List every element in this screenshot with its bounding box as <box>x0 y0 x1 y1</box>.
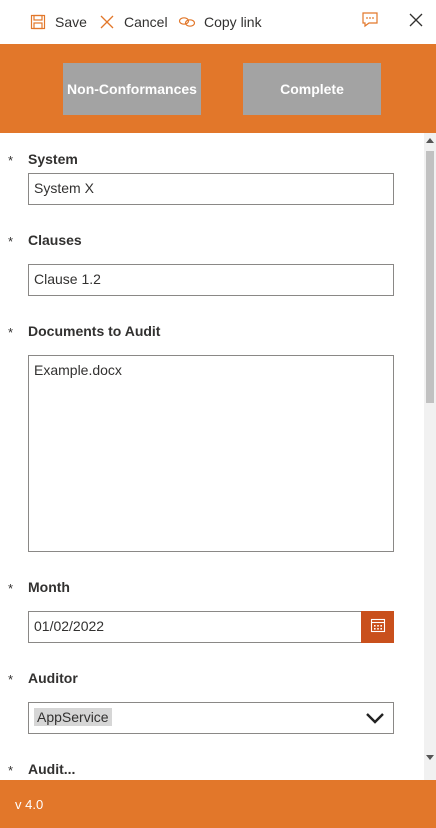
required-marker: * <box>8 581 14 596</box>
cancel-button[interactable]: Cancel <box>98 0 168 44</box>
save-icon <box>29 13 47 31</box>
comment-icon <box>361 11 379 34</box>
form-container: * System System X * Clauses Clause 1.2 *… <box>0 133 436 780</box>
link-icon <box>178 13 196 31</box>
documents-label: Documents to Audit <box>28 323 161 339</box>
next-field-label: Audit... <box>28 761 76 777</box>
non-conformances-button[interactable]: Non-Conformances <box>63 63 201 115</box>
header-band: Non-Conformances Complete <box>0 44 436 133</box>
command-bar: Save Cancel Copy link <box>0 0 436 44</box>
version-label: v 4.0 <box>15 796 44 812</box>
date-picker-button[interactable] <box>361 611 394 643</box>
system-field[interactable]: System X <box>28 173 394 205</box>
auditor-selected-tag: AppService <box>34 708 112 726</box>
footer-bar: v 4.0 <box>0 780 436 828</box>
cancel-icon <box>98 13 116 31</box>
close-button[interactable] <box>406 12 426 32</box>
copy-link-label: Copy link <box>204 14 262 30</box>
documents-field[interactable]: Example.docx <box>28 355 394 552</box>
cancel-label: Cancel <box>124 14 168 30</box>
form-scrollbar[interactable] <box>424 133 436 780</box>
comment-button[interactable] <box>360 11 380 34</box>
required-marker: * <box>8 763 14 778</box>
calendar-icon <box>370 617 386 638</box>
scroll-down-arrow-icon[interactable] <box>424 751 436 765</box>
copy-link-button[interactable]: Copy link <box>178 0 262 44</box>
scrollbar-thumb[interactable] <box>426 151 434 403</box>
auditor-label: Auditor <box>28 670 78 686</box>
save-label: Save <box>55 14 87 30</box>
clauses-label: Clauses <box>28 232 82 248</box>
required-marker: * <box>8 672 14 687</box>
close-icon <box>408 12 424 33</box>
required-marker: * <box>8 325 14 340</box>
month-field[interactable]: 01/02/2022 <box>28 611 362 643</box>
clauses-field[interactable]: Clause 1.2 <box>28 264 394 296</box>
complete-button[interactable]: Complete <box>243 63 381 115</box>
scroll-up-arrow-icon[interactable] <box>424 133 436 147</box>
required-marker: * <box>8 153 14 168</box>
chevron-down-icon[interactable] <box>365 711 385 728</box>
required-marker: * <box>8 234 14 249</box>
month-label: Month <box>28 579 70 595</box>
system-label: System <box>28 151 78 167</box>
save-button[interactable]: Save <box>29 0 87 44</box>
auditor-dropdown[interactable]: AppService <box>28 702 394 734</box>
